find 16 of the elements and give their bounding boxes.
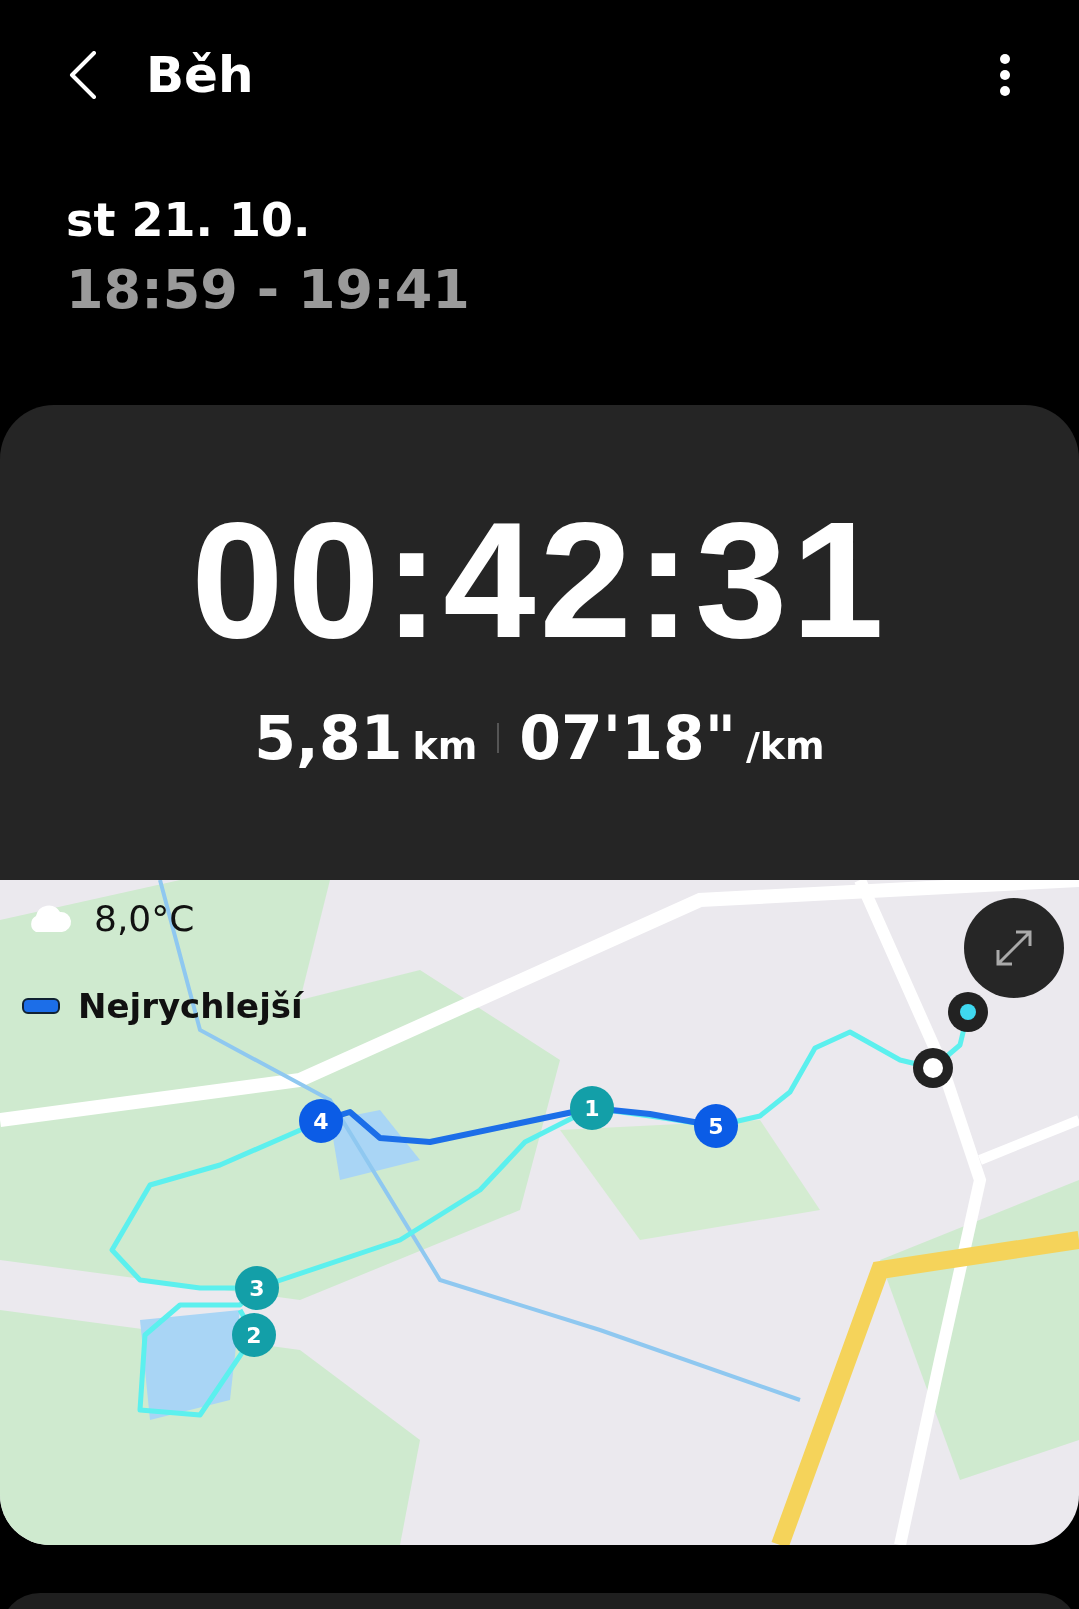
end-point-icon <box>946 990 990 1034</box>
pace-value: 07'18" <box>519 703 736 773</box>
temperature: 8,0°C <box>94 898 195 939</box>
distance-value: 5,81 <box>254 703 403 773</box>
pace-unit: /km <box>745 724 825 768</box>
duration: 00:42:31 <box>191 495 888 665</box>
legend-swatch <box>22 998 60 1014</box>
legend-label: Nejrychlejší <box>78 986 303 1026</box>
expand-icon <box>994 928 1034 968</box>
distance-unit: km <box>412 724 478 768</box>
more-options-icon[interactable] <box>999 53 1011 97</box>
workout-date: st 21. 10. <box>66 192 312 249</box>
screen-title: Běh <box>146 46 255 104</box>
start-point-icon <box>911 1046 955 1090</box>
back-icon[interactable] <box>68 51 98 99</box>
time-range: 18:59 - 19:41 <box>66 257 471 323</box>
